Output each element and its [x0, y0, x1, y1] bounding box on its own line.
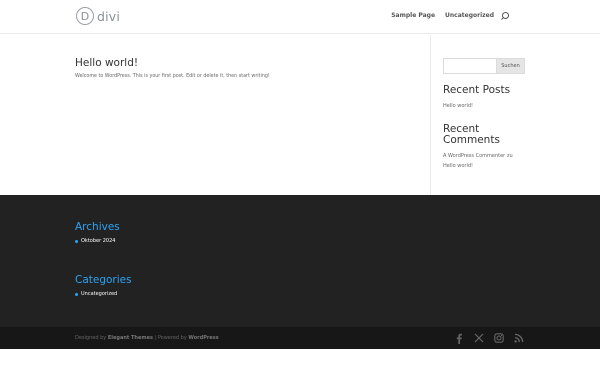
- credits-separator: | Powered by: [154, 335, 187, 341]
- page-bottom-whitespace: [0, 349, 600, 375]
- recent-comments-title-line2: Comments: [443, 134, 500, 146]
- elegant-themes-link[interactable]: Elegant Themes: [108, 335, 153, 341]
- social-icons: [445, 332, 525, 344]
- facebook-icon[interactable]: [453, 332, 465, 344]
- archive-item[interactable]: Oktober 2024: [75, 238, 115, 244]
- bullet-icon: [75, 292, 78, 296]
- search-input[interactable]: [443, 58, 496, 74]
- logo-text: divi: [97, 8, 121, 24]
- search-icon[interactable]: [502, 12, 509, 19]
- footer-credits: Designed by Elegant Themes | Powered by …: [75, 335, 219, 341]
- archive-link[interactable]: Oktober 2024: [81, 238, 115, 244]
- main-content: Hello world! Welcome to WordPress. This …: [0, 35, 600, 195]
- recent-comment-author[interactable]: A WordPress Commenter zu: [443, 151, 513, 161]
- category-link[interactable]: Uncategorized: [81, 291, 117, 297]
- footer-bottom-bar: Designed by Elegant Themes | Powered by …: [0, 327, 600, 349]
- sidebar-divider: [430, 35, 431, 195]
- category-item[interactable]: Uncategorized: [75, 291, 117, 297]
- post-excerpt: Welcome to WordPress. This is your first…: [75, 74, 270, 79]
- credits-prefix: Designed by: [75, 335, 107, 341]
- instagram-icon[interactable]: [493, 332, 505, 344]
- main-nav: Sample Page Uncategorized: [381, 12, 509, 19]
- nav-uncategorized[interactable]: Uncategorized: [445, 12, 494, 19]
- site-logo[interactable]: D divi: [76, 7, 120, 25]
- search-button[interactable]: Suchen: [496, 58, 525, 74]
- site-header: D divi Sample Page Uncategorized: [0, 0, 600, 34]
- bullet-icon: [75, 239, 78, 243]
- x-twitter-icon[interactable]: [473, 332, 485, 344]
- recent-posts-title: Recent Posts: [443, 84, 511, 96]
- nav-sample-page[interactable]: Sample Page: [391, 12, 435, 19]
- recent-post-link[interactable]: Hello world!: [443, 101, 473, 111]
- divi-logo-icon: D: [76, 7, 94, 25]
- post-title[interactable]: Hello world!: [75, 57, 138, 69]
- recent-comment-post-link[interactable]: Hello world!: [443, 161, 473, 171]
- wordpress-link[interactable]: WordPress: [188, 335, 218, 341]
- archives-title: Archives: [75, 221, 120, 233]
- sidebar-search: Suchen: [443, 58, 525, 74]
- site-footer: Archives Oktober 2024 Categories Uncateg…: [0, 195, 600, 327]
- rss-icon[interactable]: [513, 332, 525, 344]
- categories-title: Categories: [75, 274, 132, 286]
